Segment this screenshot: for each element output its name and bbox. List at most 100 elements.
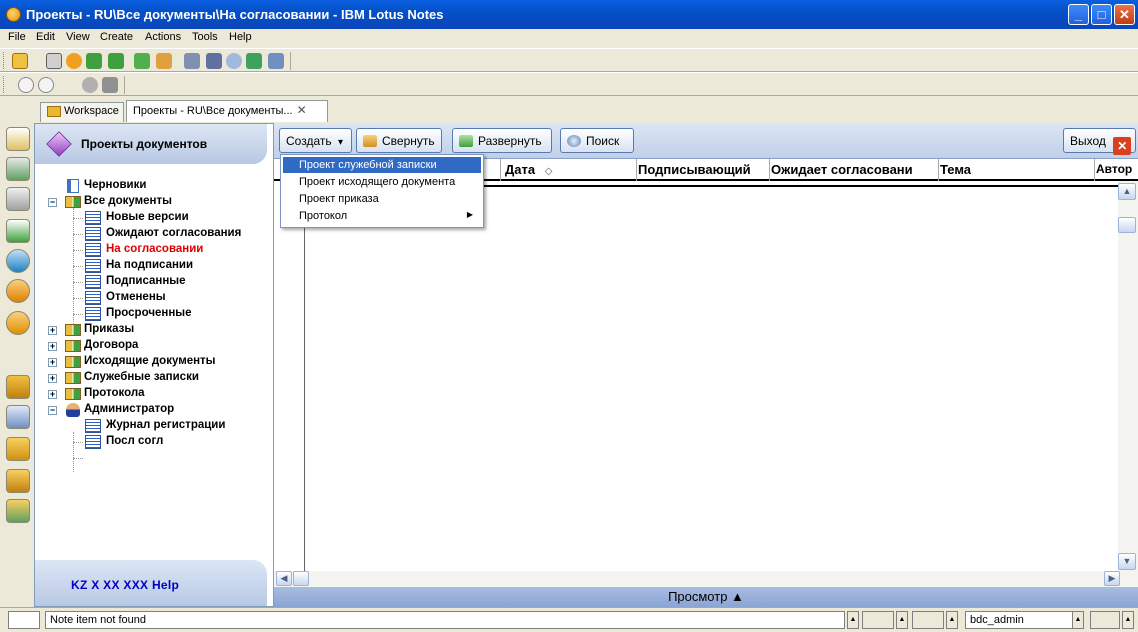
chat-group-icon[interactable] bbox=[38, 77, 54, 93]
mail-arrow-icon[interactable]: ▲ bbox=[1122, 611, 1134, 629]
calendar-icon[interactable] bbox=[6, 157, 30, 181]
stop-icon[interactable] bbox=[66, 53, 82, 69]
search-button[interactable]: Поиск bbox=[560, 128, 634, 153]
outline-item-in-approval[interactable]: На согласовании bbox=[35, 242, 273, 258]
outline-item-new-versions[interactable]: Новые версии bbox=[35, 210, 273, 226]
outline-item-last-approval[interactable]: Посл согл bbox=[35, 434, 273, 450]
access-arrow-icon[interactable]: ▲ bbox=[946, 611, 958, 629]
user-arrow-icon[interactable]: ▲ bbox=[1072, 611, 1084, 629]
folder-icon[interactable] bbox=[6, 437, 30, 461]
expand-all-icon[interactable] bbox=[134, 53, 150, 69]
access-level-icon[interactable] bbox=[912, 611, 944, 629]
calculator-icon[interactable] bbox=[184, 53, 200, 69]
collapse-button[interactable]: Свернуть bbox=[356, 128, 442, 153]
lotus-notes-app-icon[interactable] bbox=[6, 7, 21, 22]
outline-item-cancelled[interactable]: Отменены bbox=[35, 290, 273, 306]
people-bookmark-icon[interactable] bbox=[6, 279, 30, 303]
outline-item-protocols[interactable]: + Протокола bbox=[35, 386, 273, 402]
scroll-left-button[interactable]: ◀ bbox=[276, 571, 292, 586]
column-separator[interactable] bbox=[769, 159, 770, 181]
outline-item-outgoing-documents[interactable]: + Исходящие документы bbox=[35, 354, 273, 370]
replication-icon[interactable] bbox=[6, 249, 30, 273]
current-user-field[interactable]: bdc_admin bbox=[965, 611, 1081, 629]
collapse-toggle[interactable]: − bbox=[48, 406, 57, 415]
web-folder-icon[interactable] bbox=[6, 499, 30, 523]
scroll-thumb[interactable] bbox=[1118, 217, 1136, 233]
expand-toggle[interactable]: + bbox=[48, 326, 57, 335]
scroll-down-button[interactable]: ▼ bbox=[1118, 553, 1136, 570]
minimize-button[interactable]: _ bbox=[1068, 4, 1089, 25]
menu-view[interactable]: View bbox=[66, 31, 90, 43]
outline-item-drafts[interactable]: Черновики bbox=[35, 178, 273, 194]
expand-toggle[interactable]: + bbox=[48, 358, 57, 367]
horizontal-scrollbar[interactable]: ◀ ▶ bbox=[274, 571, 1138, 587]
horizontal-scroll-thumb[interactable] bbox=[293, 571, 309, 586]
replicate-icon[interactable] bbox=[268, 53, 284, 69]
notes-bookmark-icon[interactable] bbox=[6, 311, 30, 335]
location-arrow-icon[interactable]: ▲ bbox=[896, 611, 908, 629]
binoculars-icon[interactable] bbox=[206, 53, 222, 69]
menu-item-protocol[interactable]: Протокол ▶ bbox=[283, 208, 481, 224]
expand-toggle[interactable]: + bbox=[48, 342, 57, 351]
menu-create[interactable]: Create bbox=[100, 31, 133, 43]
outline-item-awaiting-approval[interactable]: Ожидают согласования bbox=[35, 226, 273, 242]
maximize-button[interactable]: □ bbox=[1091, 4, 1112, 25]
expand-button[interactable]: Развернуть bbox=[452, 128, 552, 153]
vertical-scrollbar[interactable]: ▲ ▼ bbox=[1118, 181, 1138, 571]
people-icon[interactable] bbox=[82, 77, 98, 93]
navigate-next-icon[interactable] bbox=[108, 53, 124, 69]
column-separator[interactable] bbox=[938, 159, 939, 181]
menu-tools[interactable]: Tools bbox=[192, 31, 218, 43]
collapse-toggle[interactable]: − bbox=[48, 198, 57, 207]
collapse-all-icon[interactable] bbox=[156, 53, 172, 69]
outline-item-contracts[interactable]: + Договора bbox=[35, 338, 273, 354]
bookmark-folder-icon[interactable] bbox=[6, 375, 30, 399]
mail-status-icon[interactable] bbox=[1090, 611, 1120, 629]
status-message[interactable]: Note item not found bbox=[45, 611, 845, 629]
column-header-date[interactable]: Дата ◇ bbox=[505, 162, 630, 177]
status-history-arrow-icon[interactable]: ▲ bbox=[847, 611, 859, 629]
menu-actions[interactable]: Actions bbox=[145, 31, 181, 43]
outline-item-signed[interactable]: Подписанные bbox=[35, 274, 273, 290]
databases-icon[interactable] bbox=[6, 405, 30, 429]
history-folder-icon[interactable] bbox=[6, 469, 30, 493]
status-indicator-field[interactable] bbox=[8, 611, 40, 629]
tab-workspace[interactable]: Workspace bbox=[40, 102, 124, 122]
open-icon[interactable] bbox=[12, 53, 28, 69]
column-header-subject[interactable]: Тема bbox=[940, 162, 1090, 177]
print-icon[interactable] bbox=[46, 53, 62, 69]
tab-projects[interactable]: Проекты - RU\Все документы... ✕ bbox=[126, 100, 328, 122]
address-book-icon[interactable] bbox=[102, 77, 118, 93]
chat-icon[interactable] bbox=[18, 77, 34, 93]
menu-edit[interactable]: Edit bbox=[36, 31, 55, 43]
title-bar[interactable]: Проекты - RU\Все документы\На согласован… bbox=[0, 0, 1138, 29]
contacts-icon[interactable] bbox=[6, 187, 30, 211]
footer-links[interactable]: KZ X XX XXX Help bbox=[71, 578, 179, 592]
expand-toggle[interactable]: + bbox=[48, 374, 57, 383]
outline-item-overdue[interactable]: Просроченные bbox=[35, 306, 273, 322]
search-icon[interactable] bbox=[226, 53, 242, 69]
sort-indicator-icon[interactable]: ◇ bbox=[545, 166, 553, 177]
outline-item-registration-journal[interactable]: Журнал регистрации bbox=[35, 418, 273, 434]
home-icon[interactable] bbox=[6, 127, 30, 151]
menu-item-memo-draft[interactable]: Проект служебной записки bbox=[283, 157, 481, 173]
menu-item-order-draft[interactable]: Проект приказа bbox=[283, 191, 481, 207]
location-icon[interactable] bbox=[862, 611, 894, 629]
navigate-prev-icon[interactable] bbox=[86, 53, 102, 69]
preview-toggle-bar[interactable]: Просмотр ▲ bbox=[274, 587, 1138, 607]
scroll-right-button[interactable]: ▶ bbox=[1104, 571, 1120, 586]
expand-toggle[interactable]: + bbox=[48, 390, 57, 399]
close-tab-icon[interactable]: ✕ bbox=[297, 103, 307, 117]
outline-item-memos[interactable]: + Служебные записки bbox=[35, 370, 273, 386]
column-header-author[interactable]: Автор bbox=[1096, 162, 1138, 176]
refresh-icon[interactable] bbox=[246, 53, 262, 69]
toolbar-grip[interactable] bbox=[3, 76, 6, 93]
toolbar-grip[interactable] bbox=[3, 52, 6, 69]
menu-help[interactable]: Help bbox=[229, 31, 252, 43]
column-separator[interactable] bbox=[1094, 159, 1095, 181]
create-button[interactable]: Создать ▾ bbox=[279, 128, 352, 153]
column-header-awaiting-approval[interactable]: Ожидает согласовани bbox=[771, 162, 938, 177]
outline-item-orders[interactable]: + Приказы bbox=[35, 322, 273, 338]
todo-icon[interactable] bbox=[6, 219, 30, 243]
close-window-button[interactable]: ✕ bbox=[1114, 4, 1135, 25]
